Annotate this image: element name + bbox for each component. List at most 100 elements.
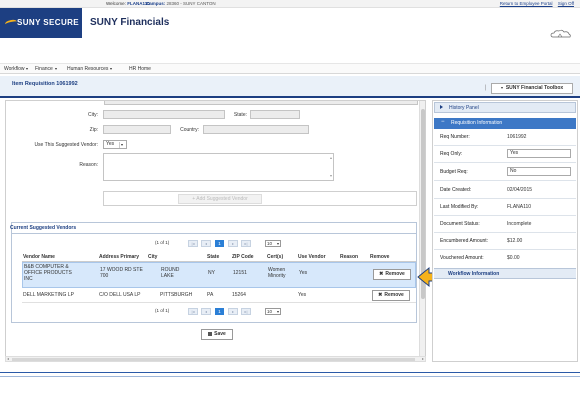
- remove-label: Remove: [384, 292, 404, 298]
- budget-req-key: Budget Req:: [440, 169, 468, 175]
- table-row[interactable]: B&B COMPUTER & OFFICE PRODUCTS INC 17 WO…: [22, 262, 416, 288]
- chevron-down-icon: [54, 67, 57, 70]
- panel-title: Current Suggested Vendors: [10, 225, 77, 231]
- col-reason: Reason: [340, 254, 359, 260]
- current-page-button[interactable]: 1: [215, 308, 224, 315]
- save-button[interactable]: Save: [201, 329, 233, 340]
- city-label: City:: [88, 112, 98, 118]
- use-suggested-vendor-select[interactable]: Yes: [103, 140, 127, 149]
- top-pager: (1 of 1) |◂ ◂ 1 ▸ ▸| 10: [155, 240, 290, 248]
- vouchered-amount-key: Vouchered Amount:: [440, 255, 484, 261]
- chevron-down-icon: [500, 86, 503, 89]
- last-page-button[interactable]: ▸|: [241, 308, 251, 315]
- vendor-name-cell: B&B COMPUTER & OFFICE PRODUCTS INC: [24, 264, 72, 282]
- address-cell: 17 WOOD RD STE 700: [100, 267, 143, 279]
- footer-divider: [0, 372, 580, 373]
- col-vendor-name: Vendor Name: [23, 254, 55, 260]
- toolbar-separator: |: [484, 85, 486, 91]
- city-cell: PITTSBURGH: [160, 292, 193, 298]
- req-only-key: Req Only:: [440, 151, 463, 157]
- remove-vendor-button[interactable]: ✖ Remove: [372, 290, 410, 301]
- req-only-row: Req Only: Yes: [434, 146, 576, 163]
- req-number-row: Req Number: 1061992: [434, 129, 576, 146]
- history-panel-header[interactable]: History Panel: [434, 102, 576, 113]
- scroll-down-icon[interactable]: [330, 175, 332, 177]
- pager-info: (1 of 1): [155, 308, 170, 313]
- scrollbar-thumb[interactable]: [12, 358, 415, 361]
- first-page-button[interactable]: |◂: [188, 308, 198, 315]
- nav-hr-label: Human Resources: [67, 66, 109, 72]
- req-only-field[interactable]: Yes: [507, 149, 571, 158]
- nav-finance[interactable]: Finance: [35, 66, 57, 72]
- address-cell: C/O DELL USA LP: [99, 292, 141, 298]
- date-created-row: Date Created: 02/04/2015: [434, 182, 576, 199]
- current-page-button[interactable]: 1: [215, 240, 224, 247]
- page-title-bar: Item Requisition 1061992 | SUNY Financia…: [0, 76, 580, 98]
- history-panel-label: History Panel: [449, 105, 479, 111]
- table-row[interactable]: DELL MARKETING LP C/O DELL USA LP PITTSB…: [22, 288, 416, 303]
- financial-toolbox-button[interactable]: SUNY Financial Toolbox: [491, 83, 573, 94]
- state-field[interactable]: [250, 110, 300, 119]
- scroll-right-icon[interactable]: [422, 358, 424, 360]
- top-strip: [0, 0, 580, 8]
- campus-label: Campus:: [146, 1, 166, 6]
- use-vendor-cell: Yes: [298, 292, 307, 298]
- last-modified-value: FLANA110: [507, 204, 532, 210]
- nav-human-resources[interactable]: Human Resources: [67, 66, 113, 72]
- col-address: Address Primary: [99, 254, 140, 260]
- remove-label: Remove: [385, 271, 405, 277]
- nav-hr-home[interactable]: HR Home: [129, 66, 151, 72]
- vertical-scrollbar[interactable]: [419, 101, 425, 357]
- encumbered-amount-key: Encumbered Amount:: [440, 238, 489, 244]
- reason-textarea[interactable]: [103, 153, 334, 181]
- state-cell: NY: [208, 270, 215, 276]
- prev-page-button[interactable]: ◂: [201, 308, 211, 315]
- header: Welcome: FLANA110 Campus: 28360 - SUNY C…: [0, 0, 580, 62]
- col-zip: ZIP Code: [232, 254, 254, 260]
- page-size-select[interactable]: 10: [265, 308, 281, 315]
- next-page-button[interactable]: ▸: [228, 308, 238, 315]
- last-page-button[interactable]: ▸|: [241, 240, 251, 247]
- nav-finance-label: Finance: [35, 66, 53, 72]
- welcome-text: Welcome: FLANA110: [106, 1, 150, 6]
- remove-vendor-button[interactable]: ✖ Remove: [373, 269, 411, 280]
- page-size-select[interactable]: 10: [265, 240, 281, 247]
- prev-page-button[interactable]: ◂: [201, 240, 211, 247]
- city-field[interactable]: [103, 110, 225, 119]
- document-status-value: Incomplete: [507, 221, 532, 227]
- suny-secure-logo[interactable]: SUNY SECURE: [0, 8, 82, 38]
- vendor-name-cell: DELL MARKETING LP: [23, 292, 74, 298]
- close-icon: ✖: [379, 271, 384, 277]
- return-portal-link[interactable]: Return to Employee Portal: [500, 1, 553, 6]
- next-page-button[interactable]: ▸: [228, 240, 238, 247]
- budget-req-field[interactable]: No: [507, 167, 571, 176]
- zip-cell: 12151: [233, 270, 247, 276]
- first-page-button[interactable]: |◂: [188, 240, 198, 247]
- campus-value: 28360 - SUNY CANTON: [166, 1, 216, 6]
- country-field[interactable]: [203, 125, 309, 134]
- close-icon: ✖: [378, 292, 383, 298]
- req-info-label: Requisition Information: [451, 120, 503, 126]
- workflow-label: Workflow Information: [448, 271, 500, 277]
- workflow-information-header[interactable]: Workflow Information: [434, 268, 576, 279]
- col-certs: Cert(s): [267, 254, 284, 260]
- scroll-up-icon[interactable]: [330, 157, 332, 159]
- logo-text: SUNY SECURE: [17, 18, 80, 27]
- address-field-top[interactable]: [104, 101, 418, 105]
- scroll-left-icon[interactable]: [7, 358, 9, 360]
- requisition-information-header[interactable]: − Requisition Information: [434, 118, 576, 129]
- expand-arrow-icon: [440, 105, 443, 109]
- horizontal-scrollbar[interactable]: [5, 356, 426, 362]
- toolbox-label: SUNY Financial Toolbox: [505, 85, 564, 91]
- welcome-label: Welcome:: [106, 1, 126, 6]
- vendors-table-header: Vendor Name Address Primary City State Z…: [22, 252, 416, 262]
- sign-off-link[interactable]: Sign Off: [558, 1, 574, 6]
- app-title: SUNY Financials: [90, 17, 170, 28]
- nav-workflow[interactable]: Workflow: [4, 66, 29, 72]
- zip-field[interactable]: [103, 125, 171, 134]
- zip-label: Zip:: [89, 127, 98, 133]
- state-label: State:: [233, 112, 247, 118]
- document-status-row: Document Status: Incomplete: [434, 216, 576, 233]
- req-number-value: 1061992: [507, 134, 527, 140]
- add-suggested-vendor-button[interactable]: + Add Suggested Vendor: [178, 194, 262, 204]
